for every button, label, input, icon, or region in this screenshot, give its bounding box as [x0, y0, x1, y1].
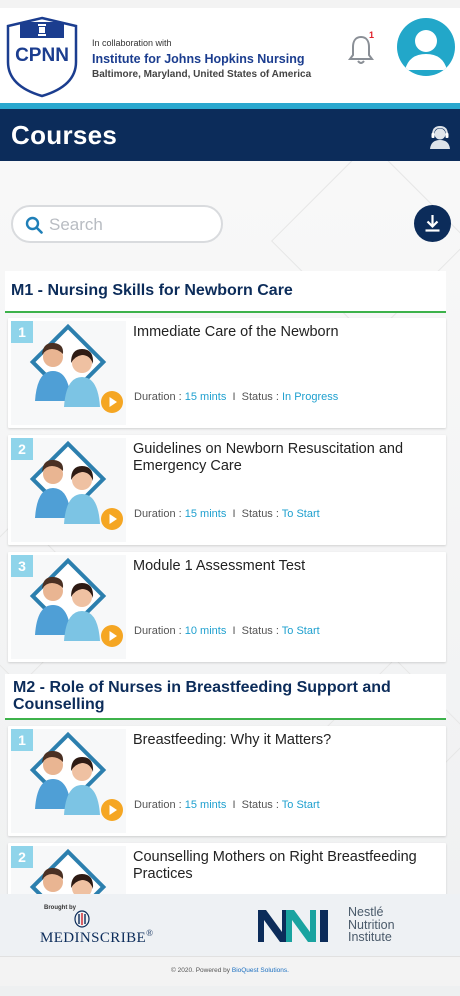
lesson-card[interactable]: 1 Immediate Care of the Newborn Duration… [8, 318, 446, 428]
lesson-title[interactable]: Counselling Mothers on Right Breastfeedi… [133, 849, 433, 883]
status-label: Status : [241, 391, 279, 403]
copyright-label: © 2020. Powered by [171, 967, 232, 974]
status-label: Status : [241, 508, 279, 520]
lesson-card[interactable]: 2 Guidelines on Newborn Resuscitation an… [8, 435, 446, 545]
page-title-bar: Courses [0, 109, 460, 161]
play-button[interactable] [101, 508, 123, 530]
logo-text: CPNN [15, 45, 69, 66]
notification-count: 1 [369, 30, 375, 40]
play-button[interactable] [101, 391, 123, 413]
app-header: CPNN In collaboration with Institute for… [0, 8, 460, 103]
nestle-nutrition-institute-name: Nestlé Nutrition Institute [348, 906, 395, 944]
lesson-meta: Duration : 15 mints I Status : To Start [134, 508, 320, 520]
page-title: Courses [11, 120, 118, 150]
collab-label: In collaboration with [92, 38, 172, 48]
duration-label: Duration : [134, 508, 182, 520]
lesson-number: 2 [11, 438, 33, 460]
lesson-number: 1 [11, 729, 33, 751]
module-title: M1 - Nursing Skills for Newborn Care [11, 282, 293, 299]
institute-name: Institute for Johns Hopkins Nursing [92, 52, 305, 66]
duration-value: 10 mints [184, 625, 227, 637]
search-icon [25, 216, 43, 234]
nni-logo[interactable] [256, 906, 342, 944]
duration-label: Duration : [134, 625, 182, 637]
lesson-title[interactable]: Immediate Care of the Newborn [133, 324, 433, 341]
duration-value: 15 mints [184, 391, 227, 403]
lesson-title[interactable]: Breastfeeding: Why it Matters? [133, 732, 433, 749]
sponsor-name: MEDINSCRIBE [40, 930, 147, 946]
module-header: M2 - Role of Nurses in Breastfeeding Sup… [5, 674, 446, 720]
search-input[interactable] [49, 213, 214, 237]
lesson-meta: Duration : 15 mints I Status : To Start [134, 799, 320, 811]
play-icon [109, 631, 117, 641]
lesson-meta: Duration : 15 mints I Status : In Progre… [134, 391, 339, 403]
sponsor-footer: Brought by MEDINSCRIBE® Nestlé Nutrition… [0, 894, 460, 956]
courses-content[interactable]: M1 - Nursing Skills for Newborn Care 1 I… [0, 161, 460, 894]
lesson-card[interactable]: 2 Counselling Mothers on Right Breastfee… [8, 843, 446, 894]
partner-line: Nestlé [348, 905, 384, 919]
status-label: Status : [241, 799, 279, 811]
module-header: M1 - Nursing Skills for Newborn Care [5, 271, 446, 313]
play-button[interactable] [101, 625, 123, 647]
status-value: To Start [281, 625, 320, 637]
play-button[interactable] [101, 799, 123, 821]
duration-value: 15 mints [184, 508, 227, 520]
status-value: To Start [281, 799, 320, 811]
institute-location: Baltimore, Maryland, United States of Am… [92, 69, 312, 80]
copyright-text: © 2020. Powered by BioQuest Solutions. [0, 967, 460, 974]
play-icon [109, 805, 117, 815]
registered-mark: ® [146, 928, 154, 938]
module-title: M2 - Role of Nurses in Breastfeeding Sup… [13, 679, 391, 713]
support-agent-icon[interactable] [428, 125, 452, 149]
status-value: In Progress [281, 391, 339, 403]
cpnn-logo[interactable]: CPNN [6, 16, 78, 98]
lesson-number: 3 [11, 555, 33, 577]
download-button[interactable] [414, 205, 451, 242]
lesson-number: 1 [11, 321, 33, 343]
lesson-number: 2 [11, 846, 33, 868]
lesson-card[interactable]: 3 Module 1 Assessment Test Duration : 10… [8, 552, 446, 662]
medinscribe-logo[interactable]: MEDINSCRIBE® [40, 928, 153, 947]
duration-value: 15 mints [184, 799, 227, 811]
download-icon [425, 215, 440, 232]
partner-line: Institute [348, 930, 392, 944]
duration-label: Duration : [134, 799, 182, 811]
lesson-meta: Duration : 10 mints I Status : To Start [134, 625, 320, 637]
status-value: To Start [281, 508, 320, 520]
lesson-title[interactable]: Module 1 Assessment Test [133, 558, 433, 575]
status-label: Status : [241, 625, 279, 637]
user-avatar-icon[interactable] [397, 18, 455, 76]
play-icon [109, 514, 117, 524]
background-pattern [271, 161, 460, 340]
lesson-card[interactable]: 1 Breastfeeding: Why it Matters? Duratio… [8, 726, 446, 836]
duration-label: Duration : [134, 391, 182, 403]
medinscribe-mark-icon [74, 910, 90, 928]
powered-by-link[interactable]: BioQuest Solutions. [232, 967, 289, 974]
brought-by-label: Brought by [44, 905, 76, 911]
copyright-bar: © 2020. Powered by BioQuest Solutions. [0, 956, 460, 986]
lesson-title[interactable]: Guidelines on Newborn Resuscitation and … [133, 441, 433, 475]
play-icon [109, 397, 117, 407]
search-box[interactable] [11, 205, 223, 243]
status-strip [0, 0, 460, 8]
